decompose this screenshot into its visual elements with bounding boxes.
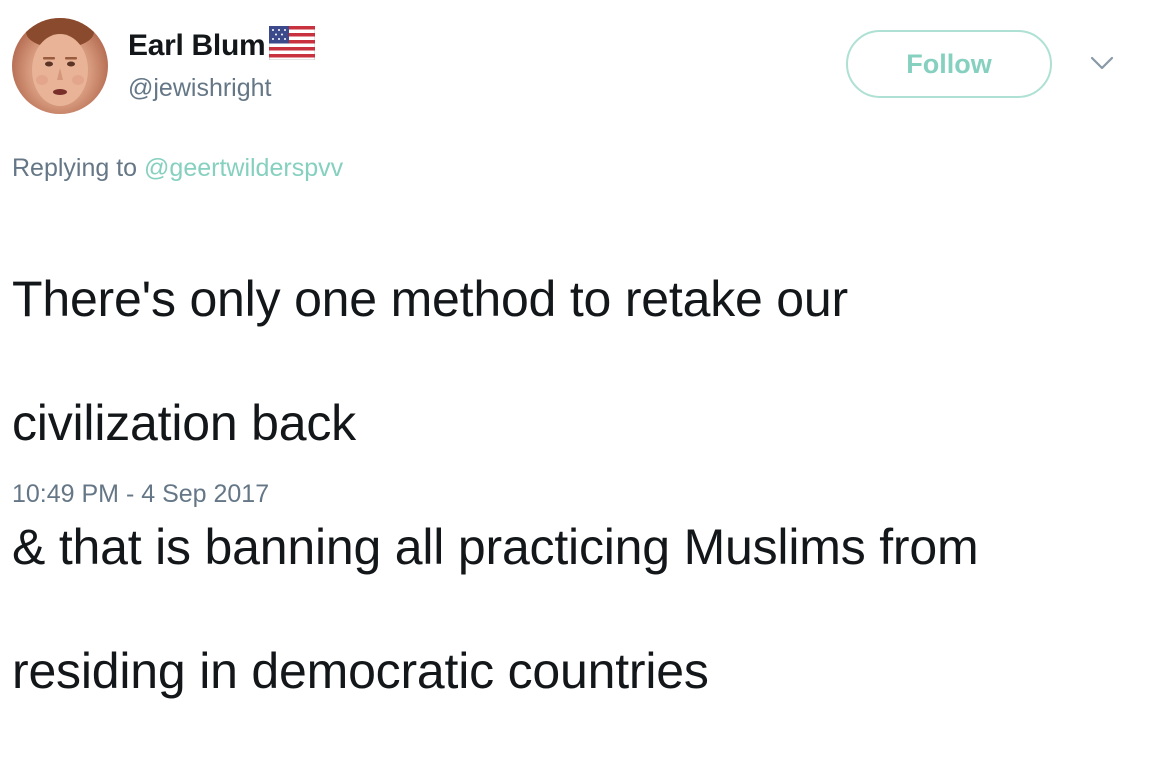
author-display-name[interactable]: Earl Blum xyxy=(128,29,266,63)
tweet-text-line: There's only one method to retake our xyxy=(12,271,848,327)
tweet-timestamp[interactable]: 10:49 PM - 4 Sep 2017 xyxy=(12,480,269,509)
author-name-row: Earl Blum xyxy=(128,25,316,66)
tweet-text-line: & that is banning all practicing Muslims… xyxy=(12,519,979,575)
tweet-card: Earl Blum @jewishright Follow Replying t… xyxy=(0,0,1168,699)
tweet-text-line: civilization back xyxy=(12,395,356,451)
replying-to: Replying to @geertwilderspvv xyxy=(12,154,343,183)
author-handle[interactable]: @jewishright xyxy=(128,74,271,103)
us-flag-icon xyxy=(268,25,316,65)
replying-to-label: Replying to xyxy=(12,154,138,182)
chevron-down-icon[interactable] xyxy=(1088,52,1116,74)
reply-mention-link[interactable]: @geertwilderspvv xyxy=(144,154,343,182)
follow-button[interactable]: Follow xyxy=(846,30,1052,98)
profile-photo xyxy=(26,18,94,106)
tweet-text-line: residing in democratic countries xyxy=(12,643,709,699)
avatar[interactable] xyxy=(12,18,108,114)
